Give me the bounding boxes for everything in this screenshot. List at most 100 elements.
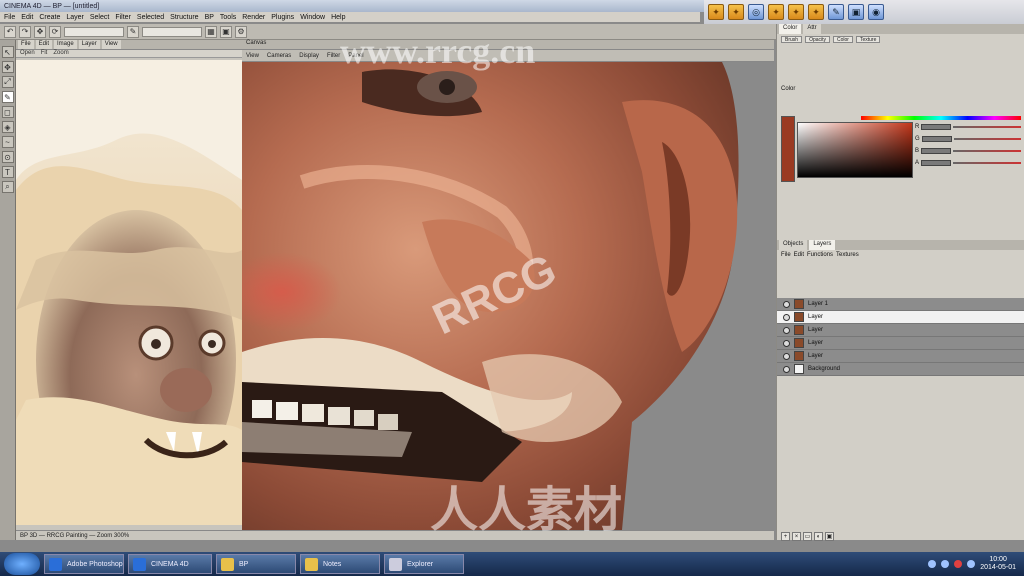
ref-fit[interactable]: Fit	[41, 50, 48, 57]
smudge-icon[interactable]: ✦	[788, 4, 804, 20]
text-tool-icon[interactable]: T	[1, 166, 14, 178]
task-photoshop[interactable]: Adobe Photoshop	[44, 554, 124, 574]
menu-window[interactable]: Window	[300, 14, 325, 21]
menu-filter[interactable]: Filter	[115, 14, 131, 21]
chip-texture[interactable]: Texture	[855, 35, 881, 43]
spiral-icon[interactable]: ◎	[748, 4, 764, 20]
pen-icon[interactable]: ✎	[828, 4, 844, 20]
hue-slider[interactable]	[861, 116, 1021, 120]
canvas-tab-filter[interactable]: Filter	[327, 53, 340, 59]
layer-row[interactable]: Layer 1	[777, 298, 1024, 311]
redo-icon[interactable]: ↷	[19, 25, 31, 38]
render-region-icon[interactable]: ▣	[220, 25, 232, 38]
layer-row[interactable]: Layer	[777, 337, 1024, 350]
network-icon[interactable]	[928, 560, 937, 568]
layer-icon[interactable]: ✦	[808, 4, 824, 20]
paint-icon[interactable]: ✦	[768, 4, 784, 20]
ref-tab-view[interactable]: View	[101, 40, 121, 49]
brush-size-field[interactable]	[64, 26, 124, 37]
slider-b[interactable]: B	[915, 148, 1021, 154]
menu-selected[interactable]: Selected	[137, 14, 164, 21]
chip-brush[interactable]: Brush	[781, 35, 803, 43]
eye-icon[interactable]	[783, 339, 790, 347]
menu-file[interactable]: File	[4, 14, 15, 21]
tab-attr[interactable]: Attr	[803, 24, 821, 34]
painting-canvas[interactable]	[242, 62, 774, 530]
tab-layers[interactable]: Layers	[809, 240, 836, 250]
zoom-tool-icon[interactable]: ⌕	[1, 181, 14, 193]
canvas-tab-cameras[interactable]: Cameras	[267, 53, 291, 59]
reference-image[interactable]	[16, 60, 242, 525]
canvas-tab-panel[interactable]: Panel	[348, 53, 363, 59]
layer-row-selected[interactable]: Layer	[777, 311, 1024, 324]
ref-open[interactable]: Open	[20, 50, 35, 57]
render-icon[interactable]: ◉	[868, 4, 884, 20]
folder-icon[interactable]: ▭	[803, 532, 812, 541]
menu-structure[interactable]: Structure	[170, 14, 198, 21]
move-icon[interactable]: ✥	[34, 25, 46, 38]
volume-icon[interactable]	[941, 560, 950, 568]
ref-tab-edit[interactable]: Edit	[35, 40, 53, 49]
layers-menu-edit[interactable]: Edit	[794, 252, 804, 258]
task-notes[interactable]: Notes	[300, 554, 380, 574]
eye-icon[interactable]	[783, 326, 790, 334]
chip-color[interactable]: Color	[833, 35, 853, 43]
layers-menu-file[interactable]: File	[781, 252, 791, 258]
ref-tab-file[interactable]: File	[18, 40, 34, 49]
language-icon[interactable]	[967, 560, 976, 568]
menu-layer[interactable]: Layer	[66, 14, 84, 21]
eye-icon[interactable]	[783, 313, 790, 321]
current-color-swatch[interactable]	[781, 116, 795, 182]
chip-opacity[interactable]: Opacity	[805, 35, 831, 43]
delete-layer-icon[interactable]: ×	[792, 532, 801, 541]
move-tool-icon[interactable]: ✥	[1, 61, 14, 73]
menu-help[interactable]: Help	[331, 14, 345, 21]
layer-row[interactable]: Background	[777, 363, 1024, 376]
stamp-icon[interactable]: ✦	[728, 4, 744, 20]
undo-icon[interactable]: ↶	[4, 25, 16, 38]
task-bp[interactable]: BP	[216, 554, 296, 574]
menu-tools[interactable]: Tools	[220, 14, 236, 21]
menu-render[interactable]: Render	[242, 14, 265, 21]
fill-tool-icon[interactable]: ◈	[1, 121, 14, 133]
menu-plugins[interactable]: Plugins	[271, 14, 294, 21]
eyedropper-tool-icon[interactable]: ⊙	[1, 151, 14, 163]
smudge-tool-icon[interactable]: ~	[1, 136, 14, 148]
menu-create[interactable]: Create	[39, 14, 60, 21]
alert-icon[interactable]	[954, 560, 963, 568]
menu-select[interactable]: Select	[90, 14, 109, 21]
eye-icon[interactable]	[783, 365, 790, 373]
brush-preset-icon[interactable]: ✦	[708, 4, 724, 20]
brush-preset-field[interactable]	[142, 26, 202, 37]
color-field[interactable]	[797, 122, 913, 178]
grid-icon[interactable]: ▦	[205, 25, 217, 38]
scale-tool-icon[interactable]: ⤢	[1, 76, 14, 88]
clock[interactable]: 10:00 2014-05-01	[980, 556, 1016, 572]
eye-icon[interactable]	[783, 300, 790, 308]
eraser-tool-icon[interactable]: ◻	[1, 106, 14, 118]
ref-tab-layer[interactable]: Layer	[78, 40, 100, 49]
layers-menu-textures[interactable]: Textures	[836, 252, 859, 258]
monitor-icon[interactable]: ▣	[848, 4, 864, 20]
lock-icon[interactable]: ▣	[825, 532, 834, 541]
slider-a[interactable]: A	[915, 160, 1021, 166]
slider-r[interactable]: R	[915, 124, 1021, 130]
menu-bp[interactable]: BP	[205, 14, 214, 21]
slider-g[interactable]: G	[915, 136, 1021, 142]
menu-edit[interactable]: Edit	[21, 14, 33, 21]
layer-row[interactable]: Layer	[777, 350, 1024, 363]
select-tool-icon[interactable]: ↖	[1, 46, 14, 58]
canvas-tab-view[interactable]: View	[246, 53, 259, 59]
settings-icon[interactable]: ⚙	[235, 25, 247, 38]
rotate-icon[interactable]: ⟳	[49, 25, 61, 38]
layer-row[interactable]: Layer	[777, 324, 1024, 337]
ref-tab-image[interactable]: Image	[54, 40, 77, 49]
brush-icon[interactable]: ✎	[127, 25, 139, 38]
task-explorer[interactable]: Explorer	[384, 554, 464, 574]
task-cinema4d[interactable]: CINEMA 4D	[128, 554, 212, 574]
brush-tool-icon[interactable]: ✎	[1, 91, 14, 103]
new-layer-icon[interactable]: +	[781, 532, 790, 541]
eye-icon[interactable]	[783, 352, 790, 360]
ref-zoom[interactable]: Zoom	[53, 50, 68, 57]
tab-color[interactable]: Color	[779, 24, 802, 34]
